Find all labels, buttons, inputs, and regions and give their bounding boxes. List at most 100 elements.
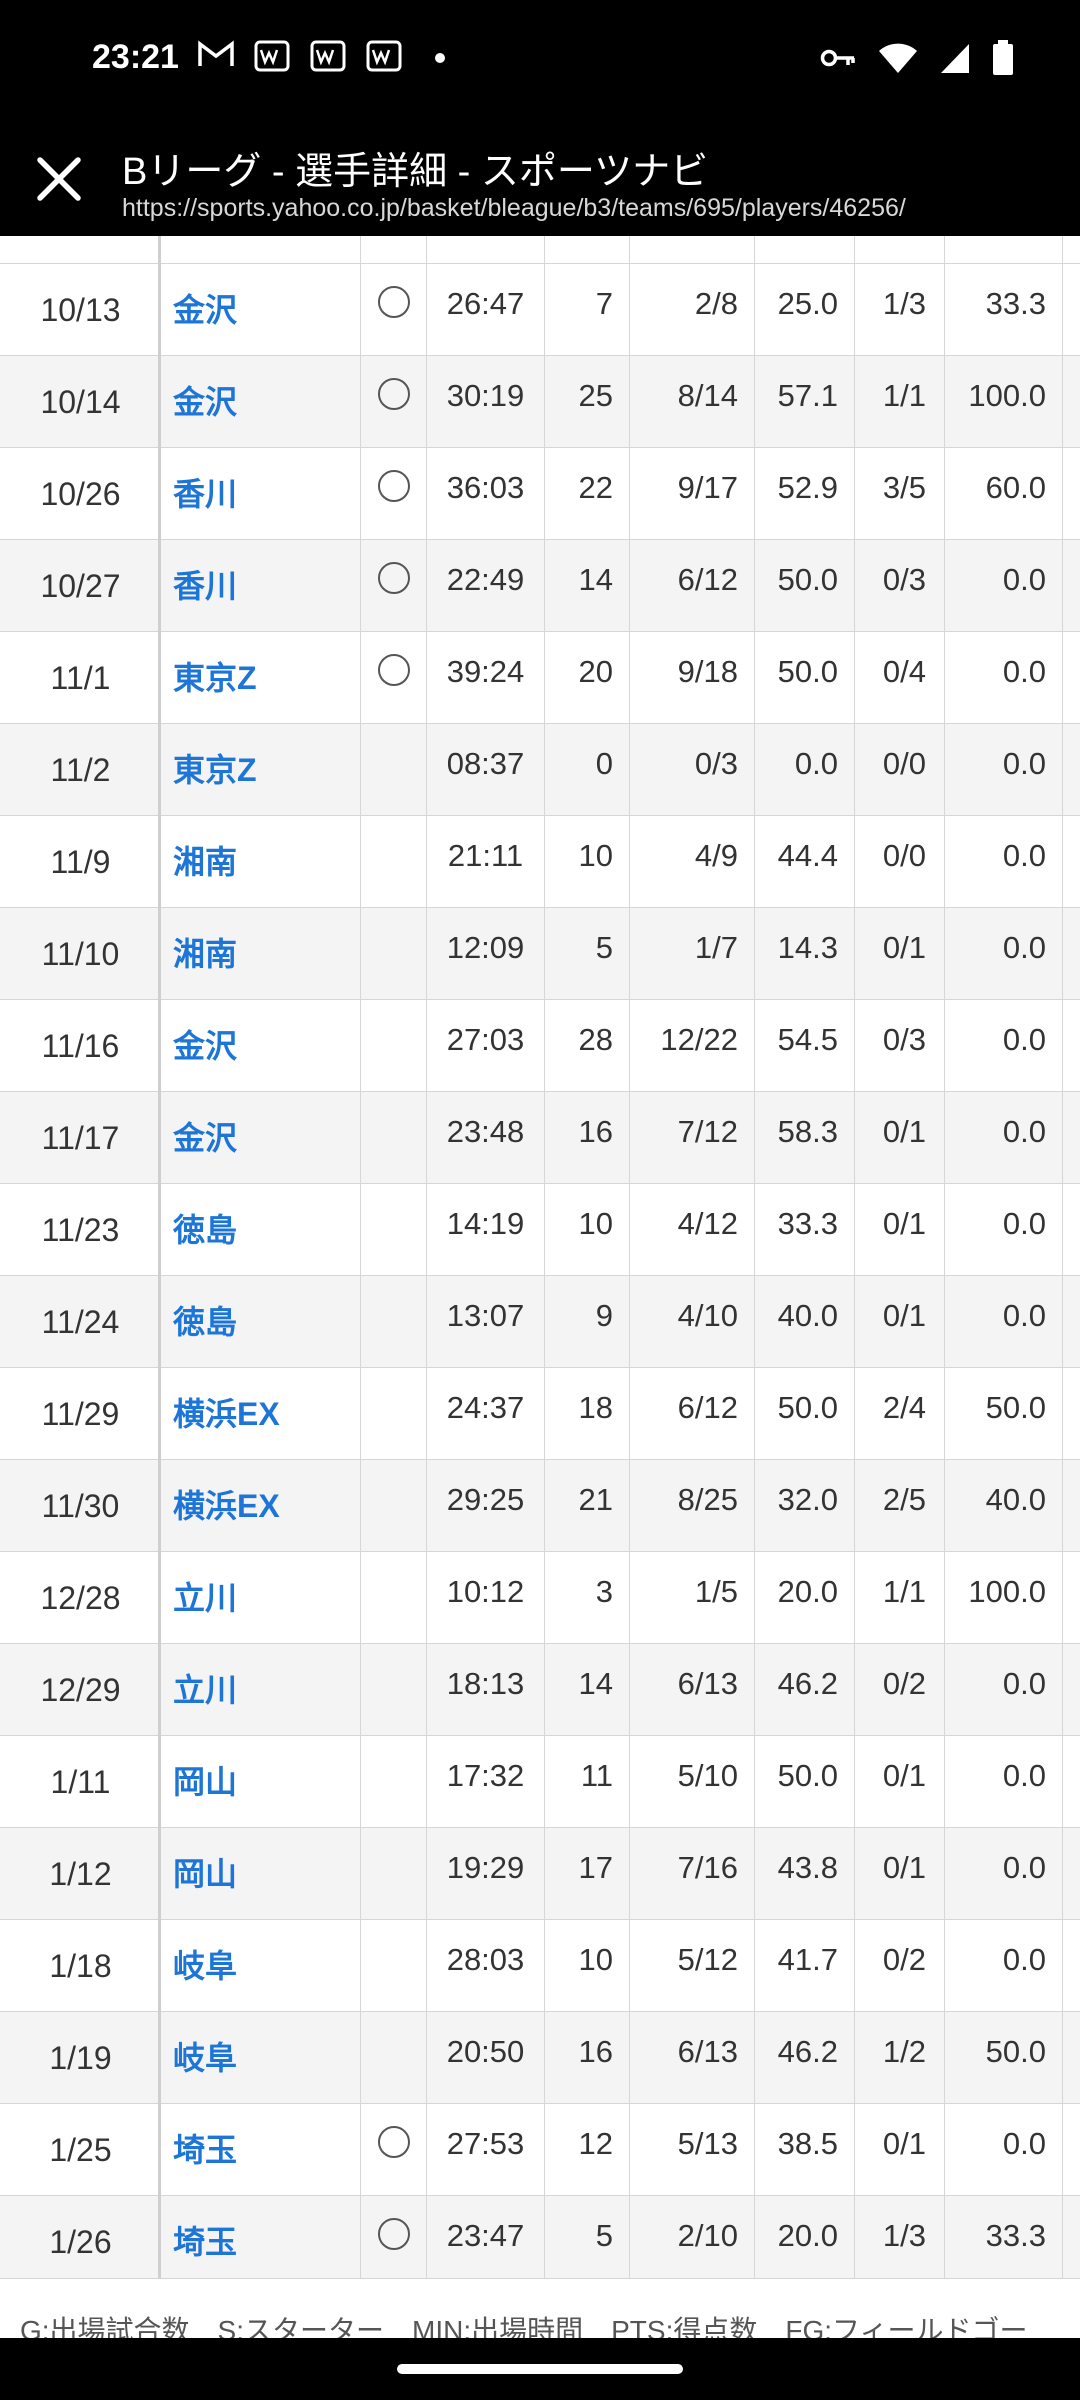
three-point-pct-cell: 0.0 (945, 1644, 1063, 1736)
field-goals-cell: 6/12 (630, 1368, 755, 1460)
page-url[interactable]: https://sports.yahoo.co.jp/basket/bleagu… (122, 194, 906, 223)
table-row: 11/23 徳島 14:19 10 4/12 33.3 0/1 0.0 (0, 1184, 1080, 1276)
field-goals-cell: 4/9 (630, 816, 755, 908)
minutes-cell: 14:19 (427, 1184, 545, 1276)
field-goals-cell: 1/5 (630, 1552, 755, 1644)
opponent-team-link[interactable]: 金沢 (161, 1000, 361, 1092)
table-row: 11/29 横浜EX 24:37 18 6/12 50.0 2/4 50.0 (0, 1368, 1080, 1460)
opponent-team-link[interactable]: 埼玉 (161, 2104, 361, 2196)
points-cell: 18 (545, 1368, 630, 1460)
table-row: 11/2 東京Z 08:37 0 0/3 0.0 0/0 0.0 (0, 724, 1080, 816)
points-cell: 9 (545, 1276, 630, 1368)
points-cell: 25 (545, 356, 630, 448)
opponent-team-link[interactable]: 東京Z (161, 632, 361, 724)
gesture-nav-bar (0, 2338, 1080, 2400)
opponent-team-link[interactable]: 横浜EX (161, 1460, 361, 1552)
table-row: 10/13 金沢 26:47 7 2/8 25.0 1/3 33.3 (0, 264, 1080, 356)
minutes-cell: 27:53 (427, 2104, 545, 2196)
three-pointers-cell: 0/0 (855, 816, 945, 908)
points-cell: 16 (545, 2012, 630, 2104)
field-goal-pct-cell: 20.0 (755, 1552, 855, 1644)
three-pointers-cell: 0/2 (855, 1920, 945, 2012)
page-title: Bリーグ - 選手詳細 - スポーツナビ (122, 151, 709, 193)
vpn-key-icon (820, 46, 856, 75)
opponent-team-link[interactable]: 金沢 (161, 264, 361, 356)
points-cell: 7 (545, 264, 630, 356)
three-point-pct-cell: 0.0 (945, 1920, 1063, 2012)
opponent-team-link[interactable]: 東京Z (161, 724, 361, 816)
minutes-cell: 10:12 (427, 1552, 545, 1644)
opponent-team-link[interactable]: 立川 (161, 1552, 361, 1644)
field-goal-pct-cell: 58.3 (755, 1092, 855, 1184)
three-point-pct-cell: 0.0 (945, 632, 1063, 724)
field-goals-cell: 4/10 (630, 1276, 755, 1368)
close-icon (37, 157, 81, 201)
field-goal-pct-cell: 44.4 (755, 816, 855, 908)
minutes-cell: 13:07 (427, 1276, 545, 1368)
home-handle[interactable] (397, 2364, 683, 2374)
opponent-team-link[interactable]: 岡山 (161, 1736, 361, 1828)
minutes-cell: 08:37 (427, 724, 545, 816)
opponent-team-link[interactable]: 湘南 (161, 908, 361, 1000)
field-goals-cell: 0/3 (630, 724, 755, 816)
wifi-icon (878, 42, 918, 79)
next-column-cell (1063, 1828, 1080, 1920)
status-bar: 23:21 (0, 0, 1080, 122)
three-point-pct-cell: 0.0 (945, 2104, 1063, 2196)
opponent-team-link[interactable]: 金沢 (161, 1092, 361, 1184)
next-column-cell (1063, 1368, 1080, 1460)
minutes-cell: 28:03 (427, 1920, 545, 2012)
field-goals-cell: 12/22 (630, 1000, 755, 1092)
three-point-pct-cell: 0.0 (945, 1276, 1063, 1368)
three-pointers-cell: 0/1 (855, 2104, 945, 2196)
minutes-cell: 24:37 (427, 1368, 545, 1460)
opponent-team-link[interactable]: 香川 (161, 540, 361, 632)
opponent-team-link[interactable]: 岡山 (161, 1828, 361, 1920)
opponent-team-link[interactable]: 岐阜 (161, 2012, 361, 2104)
points-cell: 12 (545, 2104, 630, 2196)
opponent-team-link[interactable]: 徳島 (161, 1184, 361, 1276)
starter-cell (361, 2012, 427, 2104)
three-point-pct-cell: 60.0 (945, 448, 1063, 540)
opponent-team-link[interactable]: 岐阜 (161, 1920, 361, 2012)
minutes-cell: 23:48 (427, 1092, 545, 1184)
field-goals-cell: 6/13 (630, 1644, 755, 1736)
system-icons (820, 40, 1014, 81)
table-row: 11/24 徳島 13:07 9 4/10 40.0 0/1 0.0 (0, 1276, 1080, 1368)
starter-circle-icon (377, 2217, 410, 2250)
starter-cell (361, 1460, 427, 1552)
table-row: 1/12 岡山 19:29 17 7/16 43.8 0/1 0.0 (0, 1828, 1080, 1920)
starter-cell (361, 724, 427, 816)
opponent-team-link[interactable]: 金沢 (161, 356, 361, 448)
starter-circle-icon (377, 561, 410, 594)
starter-cell (361, 448, 427, 540)
table-row: 11/9 湘南 21:11 10 4/9 44.4 0/0 0.0 (0, 816, 1080, 908)
next-column-cell (1063, 1184, 1080, 1276)
notification-icons (198, 40, 458, 72)
close-button[interactable] (30, 150, 88, 208)
opponent-team-link[interactable]: 香川 (161, 448, 361, 540)
next-column-cell (1063, 908, 1080, 1000)
opponent-team-link[interactable]: 徳島 (161, 1276, 361, 1368)
opponent-team-link[interactable]: 横浜EX (161, 1368, 361, 1460)
three-pointers-cell: 0/3 (855, 1000, 945, 1092)
field-goal-pct-cell: 54.5 (755, 1000, 855, 1092)
table-row: 10/27 香川 22:49 14 6/12 50.0 0/3 0.0 (0, 540, 1080, 632)
opponent-team-link[interactable]: 湘南 (161, 816, 361, 908)
game-log-table[interactable]: 10/13 金沢 26:47 7 2/8 25.0 1/3 33.3 10/14 金沢 30:19 2… (0, 236, 1080, 2278)
three-pointers-cell: 2/5 (855, 1460, 945, 1552)
field-goals-cell: 6/12 (630, 540, 755, 632)
minutes-cell: 39:24 (427, 632, 545, 724)
points-cell: 5 (545, 2196, 630, 2278)
field-goals-cell: 9/17 (630, 448, 755, 540)
opponent-team-link[interactable]: 埼玉 (161, 2196, 361, 2278)
field-goals-cell: 7/16 (630, 1828, 755, 1920)
starter-cell (361, 2196, 427, 2278)
points-cell: 0 (545, 724, 630, 816)
minutes-cell: 12:09 (427, 908, 545, 1000)
next-column-cell (1063, 816, 1080, 908)
next-column-cell (1063, 1276, 1080, 1368)
opponent-team-link[interactable]: 立川 (161, 1644, 361, 1736)
minutes-cell: 19:29 (427, 1828, 545, 1920)
three-point-pct-cell: 0.0 (945, 540, 1063, 632)
